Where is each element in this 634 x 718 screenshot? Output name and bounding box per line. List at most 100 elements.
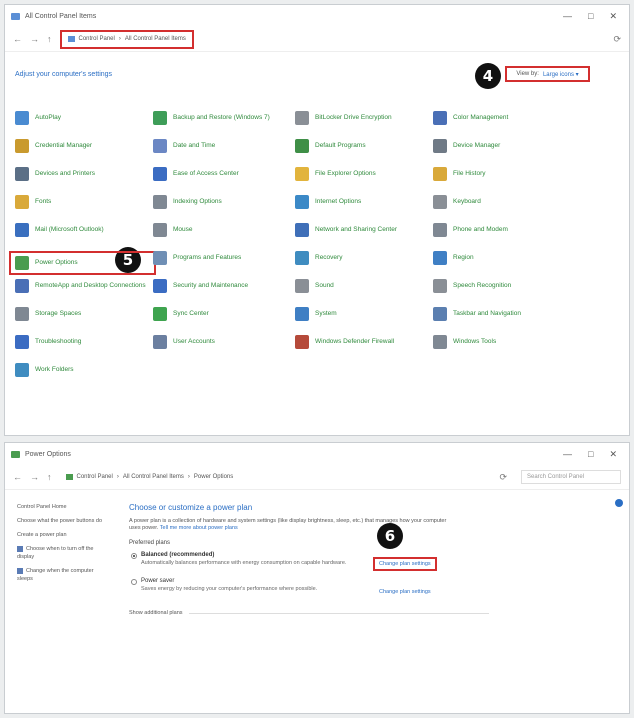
control-panel-item[interactable]: Default Programs <box>295 139 430 153</box>
control-panel-item[interactable]: Mouse <box>153 223 288 237</box>
forward-arrow-icon[interactable]: → <box>30 34 39 44</box>
control-panel-item[interactable]: Region <box>433 251 568 265</box>
address-bar[interactable]: Control Panel › All Control Panel Items … <box>60 470 240 485</box>
item-icon <box>433 111 447 125</box>
refresh-icon[interactable]: ⟳ <box>499 472 507 483</box>
item-icon <box>153 307 167 321</box>
control-panel-item[interactable]: Phone and Modem <box>433 223 568 237</box>
item-icon <box>15 335 29 349</box>
control-panel-item[interactable]: User Accounts <box>153 335 288 349</box>
view-by-value[interactable]: Large icons ▾ <box>543 71 579 78</box>
control-panel-item[interactable]: Sync Center <box>153 307 288 321</box>
item-icon <box>295 335 309 349</box>
control-panel-item[interactable]: Troubleshooting <box>15 335 150 349</box>
minimize-button[interactable]: — <box>563 11 572 22</box>
control-panel-item[interactable]: Network and Sharing Center <box>295 223 430 237</box>
control-panel-item[interactable]: Fonts <box>15 195 150 209</box>
forward-arrow-icon[interactable]: → <box>30 472 39 482</box>
control-panel-item[interactable]: BitLocker Drive Encryption <box>295 111 430 125</box>
maximize-button[interactable]: □ <box>588 449 593 460</box>
control-panel-item[interactable]: System <box>295 307 430 321</box>
control-panel-item[interactable]: Programs and Features <box>153 251 288 265</box>
change-plan-settings-power-saver[interactable]: Change plan settings <box>379 589 431 595</box>
item-label: Windows Tools <box>453 338 497 345</box>
control-panel-item[interactable]: Sound <box>295 279 430 293</box>
breadcrumb-all-items[interactable]: All Control Panel Items <box>123 474 184 480</box>
sidebar-item-create-plan[interactable]: Create a power plan <box>17 531 109 539</box>
back-arrow-icon[interactable]: ← <box>13 34 22 44</box>
power-small-icon <box>65 474 73 480</box>
refresh-icon[interactable]: ⟳ <box>613 34 621 45</box>
item-icon <box>153 111 167 125</box>
control-panel-item[interactable]: Credential Manager <box>15 139 150 153</box>
up-arrow-icon[interactable]: ↑ <box>47 472 52 482</box>
item-label: AutoPlay <box>35 114 62 121</box>
control-panel-item[interactable]: Taskbar and Navigation <box>433 307 568 321</box>
close-button[interactable]: ✕ <box>609 11 617 22</box>
address-bar[interactable]: Control Panel › All Control Panel Items <box>59 29 194 49</box>
control-panel-item[interactable]: Windows Tools <box>433 335 568 349</box>
control-panel-item[interactable]: File Explorer Options <box>295 167 430 181</box>
control-panel-item[interactable]: Security and Maintenance <box>153 279 288 293</box>
control-panel-item[interactable]: Date and Time <box>153 139 288 153</box>
radio-selected[interactable] <box>131 553 137 559</box>
item-label: Ease of Access Center <box>173 170 239 177</box>
item-label: Backup and Restore (Windows 7) <box>173 114 270 121</box>
breadcrumb-power-options[interactable]: Power Options <box>194 474 233 480</box>
plan-name: Power saver <box>141 578 175 584</box>
radio-unselected[interactable] <box>131 579 137 585</box>
plan-power-saver[interactable]: Power saver Saves energy by reducing you… <box>129 578 509 592</box>
power-plan-panel: Choose or customize a power plan A power… <box>129 503 509 616</box>
help-icon[interactable] <box>615 499 623 507</box>
sidebar-item-home[interactable]: Control Panel Home <box>17 503 109 511</box>
item-label: Credential Manager <box>35 142 93 149</box>
navigation-bar: ← → ↑ Control Panel › All Control Panel … <box>5 465 629 490</box>
control-panel-item[interactable]: Color Management <box>433 111 568 125</box>
minimize-button[interactable]: — <box>563 449 572 460</box>
close-button[interactable]: ✕ <box>609 449 617 460</box>
control-panel-item[interactable]: AutoPlay <box>15 111 150 125</box>
control-panel-item[interactable]: File History <box>433 167 568 181</box>
control-panel-item[interactable]: Speech Recognition <box>433 279 568 293</box>
control-panel-item[interactable]: Indexing Options <box>153 195 288 209</box>
breadcrumb-control-panel[interactable]: Control Panel <box>77 474 113 480</box>
item-icon <box>15 307 29 321</box>
item-label: Devices and Printers <box>35 170 95 177</box>
control-panel-item[interactable]: Keyboard <box>433 195 568 209</box>
control-panel-item[interactable]: Internet Options <box>295 195 430 209</box>
sidebar-item-power-buttons[interactable]: Choose what the power buttons do <box>17 517 109 525</box>
breadcrumb-all-items[interactable]: All Control Panel Items <box>125 36 186 42</box>
sidebar-item-sleep[interactable]: Change when the computer sleeps <box>17 567 109 583</box>
control-panel-item[interactable]: Device Manager <box>433 139 568 153</box>
control-panel-item[interactable]: Recovery <box>295 251 430 265</box>
item-icon <box>433 279 447 293</box>
item-label: Sound <box>315 282 334 289</box>
control-panel-item[interactable]: Storage Spaces <box>15 307 150 321</box>
control-panel-item[interactable]: Mail (Microsoft Outlook) <box>15 223 150 237</box>
control-panel-item[interactable]: Devices and Printers <box>15 167 150 181</box>
item-label: Taskbar and Navigation <box>453 310 521 317</box>
control-panel-item[interactable]: Work Folders <box>15 363 150 377</box>
plan-balanced[interactable]: Balanced (recommended) Automatically bal… <box>129 552 509 566</box>
tell-me-more-link[interactable]: Tell me more about power plans <box>160 525 238 531</box>
change-plan-settings-balanced[interactable]: Change plan settings <box>373 557 437 571</box>
breadcrumb-control-panel[interactable]: Control Panel <box>79 36 115 42</box>
up-arrow-icon[interactable]: ↑ <box>47 34 52 44</box>
item-label: System <box>315 310 337 317</box>
back-arrow-icon[interactable]: ← <box>13 472 22 482</box>
control-panel-item[interactable]: Windows Defender Firewall <box>295 335 430 349</box>
search-input[interactable]: Search Control Panel <box>521 470 621 484</box>
item-label: Network and Sharing Center <box>315 226 398 233</box>
show-additional-plans[interactable]: Show additional plans <box>129 610 509 616</box>
control-panel-item[interactable]: Power Options <box>9 251 156 275</box>
item-icon <box>295 279 309 293</box>
item-label: BitLocker Drive Encryption <box>315 114 392 121</box>
control-panel-item[interactable]: RemoteApp and Desktop Connections <box>15 279 150 293</box>
control-panel-item[interactable]: Ease of Access Center <box>153 167 288 181</box>
view-by-dropdown[interactable]: View by: Large icons ▾ <box>505 66 590 82</box>
item-icon <box>295 111 309 125</box>
control-panel-item[interactable]: Backup and Restore (Windows 7) <box>153 111 288 125</box>
maximize-button[interactable]: □ <box>588 11 593 22</box>
sidebar-item-display-off[interactable]: Choose when to turn off the display <box>17 545 109 561</box>
navigation-bar: ← → ↑ Control Panel › All Control Panel … <box>5 27 629 52</box>
